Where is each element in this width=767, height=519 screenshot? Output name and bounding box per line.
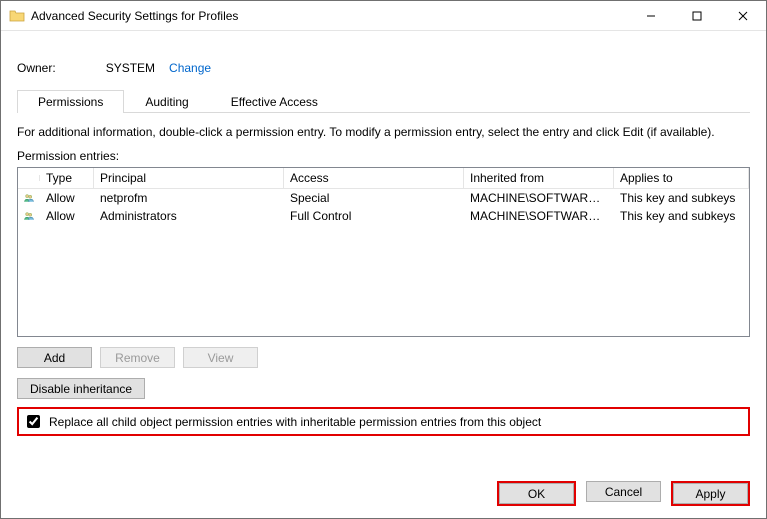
cell-access: Full Control [284, 207, 464, 225]
minimize-button[interactable] [628, 1, 674, 30]
replace-checkbox-row[interactable]: Replace all child object permission entr… [17, 407, 750, 436]
col-access[interactable]: Access [284, 168, 464, 188]
remove-button: Remove [100, 347, 175, 368]
replace-label: Replace all child object permission entr… [49, 415, 541, 429]
owner-value: SYSTEM [106, 61, 155, 75]
cell-type: Allow [40, 207, 94, 225]
tabstrip: Permissions Auditing Effective Access [17, 89, 750, 113]
col-applies[interactable]: Applies to [614, 168, 749, 188]
add-button[interactable]: Add [17, 347, 92, 368]
owner-label: Owner: [17, 61, 56, 75]
change-owner-link[interactable]: Change [169, 61, 211, 75]
disable-inheritance-button[interactable]: Disable inheritance [17, 378, 145, 399]
inheritance-buttons: Disable inheritance [17, 378, 750, 399]
users-icon [18, 189, 40, 207]
permission-grid[interactable]: Type Principal Access Inherited from App… [17, 167, 750, 337]
replace-checkbox[interactable] [27, 415, 40, 428]
cell-access: Special [284, 189, 464, 207]
window-title: Advanced Security Settings for Profiles [31, 9, 628, 23]
grid-header: Type Principal Access Inherited from App… [18, 168, 749, 189]
apply-button[interactable]: Apply [673, 483, 748, 504]
cell-principal: netprofm [94, 189, 284, 207]
cell-principal: Administrators [94, 207, 284, 225]
info-text: For additional information, double-click… [17, 125, 750, 139]
owner-row: Owner: SYSTEM Change [17, 61, 750, 75]
col-type[interactable]: Type [40, 168, 94, 188]
close-button[interactable] [720, 1, 766, 30]
table-row[interactable]: Allow netprofm Special MACHINE\SOFTWARE…… [18, 189, 749, 207]
tab-effective-access[interactable]: Effective Access [210, 90, 339, 113]
entry-buttons: Add Remove View [17, 347, 750, 368]
titlebar: Advanced Security Settings for Profiles [1, 1, 766, 31]
entries-label: Permission entries: [17, 149, 750, 163]
cell-applies: This key and subkeys [614, 207, 749, 225]
cell-type: Allow [40, 189, 94, 207]
cell-applies: This key and subkeys [614, 189, 749, 207]
content: Owner: SYSTEM Change Permissions Auditin… [1, 31, 766, 469]
tab-auditing[interactable]: Auditing [124, 90, 209, 113]
cell-inherited: MACHINE\SOFTWARE… [464, 189, 614, 207]
maximize-button[interactable] [674, 1, 720, 30]
col-inherited[interactable]: Inherited from [464, 168, 614, 188]
cancel-button[interactable]: Cancel [586, 481, 661, 502]
col-principal[interactable]: Principal [94, 168, 284, 188]
tab-permissions[interactable]: Permissions [17, 90, 124, 113]
view-button: View [183, 347, 258, 368]
dialog-footer: OK Cancel Apply [1, 469, 766, 518]
table-row[interactable]: Allow Administrators Full Control MACHIN… [18, 207, 749, 225]
folder-icon [9, 8, 25, 24]
window-buttons [628, 1, 766, 30]
users-icon [18, 207, 40, 225]
ok-button[interactable]: OK [499, 483, 574, 504]
cell-inherited: MACHINE\SOFTWARE… [464, 207, 614, 225]
window: Advanced Security Settings for Profiles … [0, 0, 767, 519]
